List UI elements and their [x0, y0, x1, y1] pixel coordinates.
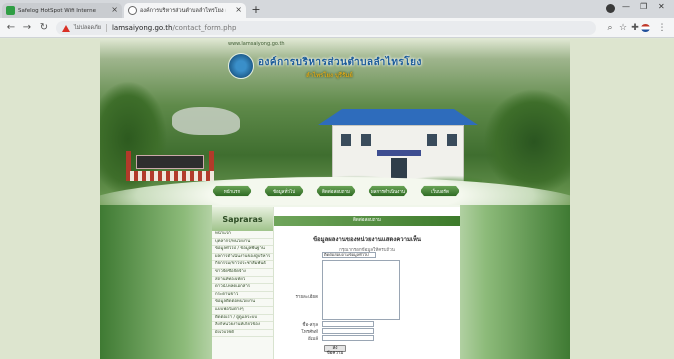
browser-toolbar: ← → ↻ ไม่ปลอดภัย lamsaiyong.go.th/contac… — [0, 18, 674, 38]
sidebar-item[interactable]: กระดานข่าว — [212, 292, 273, 300]
sidebar-item[interactable]: ติดต่อเรา / ผู้ดูแลระบบ — [212, 315, 273, 323]
close-window-icon[interactable]: ✕ — [658, 2, 665, 11]
close-icon[interactable]: × — [111, 5, 118, 14]
website: www.lamsaiyong.go.th องค์การบริหารส่วนตำ… — [100, 39, 570, 359]
building-window — [361, 134, 371, 146]
subject-select[interactable]: ติดต่อสอบถามข้อมูลทั่วไป — [322, 252, 376, 258]
sidebar-item[interactable]: ผลการดำเนินงานของผู้บริหาร — [212, 254, 273, 262]
forward-arrow-icon[interactable]: → — [20, 21, 34, 35]
message-label: รายละเอียด — [295, 295, 318, 300]
building-window — [427, 134, 437, 146]
minimize-icon[interactable]: — — [622, 2, 630, 11]
url-host: lamsaiyong.go.th — [111, 24, 173, 32]
bookmark-star-icon[interactable]: ☆ — [617, 21, 629, 35]
sidebar-item[interactable]: หน้าแรก — [212, 231, 273, 239]
site-logo[interactable] — [228, 53, 254, 79]
site-subtitle: ลำไทรโยง บุรีรัมย์ — [306, 72, 353, 79]
back-arrow-icon[interactable]: ← — [4, 21, 18, 35]
globe-icon — [128, 6, 137, 15]
search-icon[interactable]: ⌕ — [604, 21, 616, 35]
close-icon[interactable]: × — [235, 5, 242, 14]
menu-item-results[interactable]: ผลการดำเนินงาน — [368, 185, 408, 197]
extensions-puzzle-icon[interactable]: ✚ — [629, 21, 641, 35]
sidebar-item[interactable]: ข้อมูลติดต่อหน่วยงาน — [212, 299, 273, 307]
sidebar-item[interactable]: สถานที่ท่องเที่ยว — [212, 277, 273, 285]
site-banner: www.lamsaiyong.go.th องค์การบริหารส่วนตำ… — [100, 39, 570, 237]
building-roof — [318, 109, 478, 125]
new-tab-button[interactable]: + — [250, 4, 262, 16]
main-menu: หน้าแรก ข้อมูลทั่วไป ติดต่อสอบถาม ผลการด… — [212, 185, 460, 201]
menu-item-contact[interactable]: ติดต่อสอบถาม — [316, 185, 356, 197]
sidebar-item[interactable]: บุคลากร/หน่วยงาน — [212, 239, 273, 247]
browser-tab-strip: Safelog HotSpot Wifi Interne × องค์การบร… — [0, 0, 674, 18]
flag-extension-icon[interactable] — [641, 24, 650, 32]
gate-wall — [126, 171, 214, 181]
site-url-text: www.lamsaiyong.go.th — [228, 41, 285, 47]
sidebar-item[interactable]: ข้อมูลทั่วไป / ข้อมูลพื้นฐาน — [212, 246, 273, 254]
form-section-header: ติดต่อสอบถาม — [274, 216, 460, 226]
browser-tab-lamsaiyong[interactable]: องค์การบริหารส่วนตำบลลำไทรโยง ลำไทรโยง × — [124, 3, 246, 18]
building-window — [341, 134, 351, 146]
divider — [105, 24, 107, 32]
reload-icon[interactable]: ↻ — [37, 21, 51, 35]
sidebar-item[interactable]: ดาวน์โหลดเอกสาร — [212, 284, 273, 292]
menu-kebab-icon[interactable]: ⋮ — [656, 21, 668, 35]
pond-image — [172, 107, 240, 135]
profile-avatar-icon[interactable] — [606, 4, 615, 13]
building-window — [447, 134, 457, 146]
phone-field[interactable] — [322, 328, 374, 334]
name-label: ชื่อ-สกุล — [302, 323, 318, 328]
security-label: ไม่ปลอดภัย — [74, 25, 101, 31]
content-panel: Sapraras หน้าแรก บุคลากร/หน่วยงาน ข้อมูล… — [212, 205, 460, 359]
url-text: lamsaiyong.go.th/contact_form.php — [112, 24, 236, 32]
sidebar: Sapraras หน้าแรก บุคลากร/หน่วยงาน ข้อมูล… — [212, 207, 274, 359]
submit-button[interactable]: ส่งข้อความ — [324, 345, 346, 356]
safelog-favicon-icon — [6, 6, 15, 15]
menu-item-general-info[interactable]: ข้อมูลทั่วไป — [264, 185, 304, 197]
trees-left — [100, 79, 170, 199]
browser-tab-safelog[interactable]: Safelog HotSpot Wifi Interne × — [2, 3, 122, 18]
building-sign — [377, 150, 421, 156]
phone-label: โทรศัพท์ — [301, 330, 318, 335]
sidebar-item[interactable]: ลิงก์หน่วยงานที่เกี่ยวข้อง — [212, 322, 273, 330]
restore-icon[interactable]: ❐ — [640, 2, 647, 11]
sidebar-item[interactable]: ข่าวจัดซื้อจัดจ้าง — [212, 269, 273, 277]
site-title: องค์การบริหารส่วนตำบลลำไทรโยง — [258, 57, 422, 68]
email-label: อีเมล์ — [308, 337, 318, 342]
sidebar-item[interactable]: ผังเว็บไซต์ — [212, 330, 273, 338]
trees-right — [480, 87, 570, 197]
tab-title: องค์การบริหารส่วนตำบลลำไทรโยง ลำไทรโยง — [140, 7, 226, 14]
name-field[interactable] — [322, 321, 374, 327]
not-secure-warning-icon — [62, 24, 70, 32]
menu-item-home[interactable]: หน้าแรก — [212, 185, 252, 197]
tab-title: Safelog HotSpot Wifi Interne — [18, 7, 96, 14]
entrance-gate-image — [126, 151, 214, 181]
contact-form-section: ติดต่อสอบถาม ข้อมูลผลงานของหน่วยงานแสดงค… — [274, 207, 460, 359]
message-textarea[interactable] — [322, 260, 400, 320]
sidebar-heading: Sapraras — [212, 207, 273, 231]
menu-item-webboard[interactable]: เว็บบอร์ด — [420, 185, 460, 197]
sidebar-item[interactable]: กิจกรรม/ข่าวประชาสัมพันธ์ — [212, 261, 273, 269]
address-bar[interactable]: ไม่ปลอดภัย lamsaiyong.go.th/contact_form… — [56, 21, 596, 35]
sidebar-item[interactable]: แบบฟอร์มต่างๆ — [212, 307, 273, 315]
email-field[interactable] — [322, 335, 374, 341]
url-path: /contact_form.php — [172, 24, 237, 32]
gate-sign — [136, 155, 204, 169]
form-title: ข้อมูลผลงานของหน่วยงานแสดงความเห็น — [312, 236, 422, 243]
